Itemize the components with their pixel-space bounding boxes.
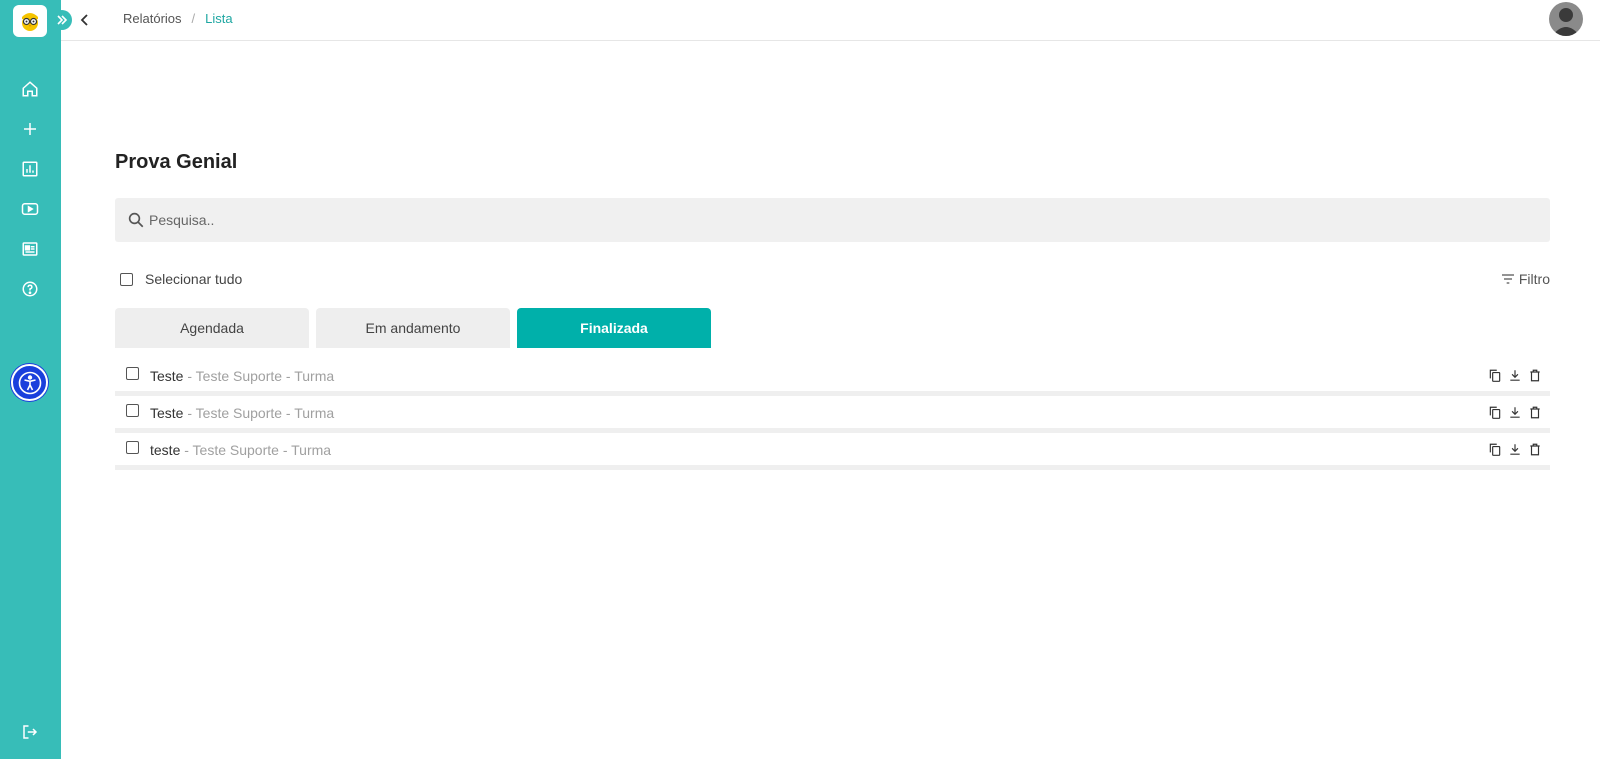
filter-icon [1501,274,1514,284]
breadcrumb-current: Lista [205,11,233,26]
select-all-label: Selecionar tudo [145,271,243,287]
list-item[interactable]: teste - Teste Suporte - Turma [115,433,1550,470]
video-icon[interactable] [20,199,40,219]
search-icon [128,212,144,228]
logout-icon[interactable] [20,722,40,742]
list-item[interactable]: Teste - Teste Suporte - Turma [115,359,1550,396]
row-actions [1488,405,1542,420]
select-all-checkbox[interactable] [120,272,133,286]
top-bar: Relatórios / Lista [61,0,1600,41]
filter-button[interactable]: Filtro [1500,271,1550,287]
row-subtitle: - Teste Suporte - Turma [180,442,332,458]
page-title: Prova Genial [115,151,238,173]
sidebar-expand-button[interactable] [52,10,72,30]
row-subtitle: - Teste Suporte - Turma [183,368,335,384]
row-subtitle: - Teste Suporte - Turma [183,405,335,421]
search-bar [115,198,1550,242]
row-title: teste [150,442,181,458]
owl-logo-icon [22,13,38,31]
chart-icon[interactable] [20,159,40,179]
delete-icon[interactable] [1528,368,1542,383]
app-logo[interactable] [13,5,47,37]
row-checkbox[interactable] [126,367,139,380]
copy-icon[interactable] [1488,405,1502,420]
search-input[interactable] [149,198,1529,242]
plus-icon[interactable] [20,119,40,139]
breadcrumb: Relatórios / Lista [123,11,233,26]
chevron-left-icon [80,14,88,26]
row-checkbox[interactable] [126,441,139,454]
row-text: teste - Teste Suporte - Turma [150,442,331,458]
row-actions [1488,442,1542,457]
double-chevron-right-icon [57,15,68,25]
filter-label: Filtro [1518,271,1550,287]
delete-icon[interactable] [1528,442,1542,457]
row-text: Teste - Teste Suporte - Turma [150,368,334,384]
accessibility-button[interactable] [11,364,48,401]
copy-icon[interactable] [1488,368,1502,383]
delete-icon[interactable] [1528,405,1542,420]
sidebar [0,0,61,759]
row-text: Teste - Teste Suporte - Turma [150,405,334,421]
status-tabs: Agendada Em andamento Finalizada [115,308,711,348]
back-button[interactable] [75,10,95,30]
user-avatar-icon [1552,8,1580,36]
accessibility-icon [18,371,41,394]
download-icon[interactable] [1508,442,1522,457]
select-all[interactable]: Selecionar tudo [120,271,242,287]
copy-icon[interactable] [1488,442,1502,457]
report-list: Teste - Teste Suporte - Turma Teste - Te… [115,359,1550,470]
list-item[interactable]: Teste - Teste Suporte - Turma [115,396,1550,433]
breadcrumb-separator: / [191,11,196,26]
avatar[interactable] [1549,2,1583,36]
row-actions [1488,368,1542,383]
download-icon[interactable] [1508,405,1522,420]
tab-em-andamento[interactable]: Em andamento [316,308,510,348]
row-checkbox[interactable] [126,404,139,417]
download-icon[interactable] [1508,368,1522,383]
help-icon[interactable] [20,279,40,299]
row-title: Teste [150,368,184,384]
home-icon[interactable] [20,79,40,99]
tab-finalizada[interactable]: Finalizada [517,308,711,348]
news-icon[interactable] [20,239,40,259]
tab-agendada[interactable]: Agendada [115,308,309,348]
breadcrumb-parent[interactable]: Relatórios [123,11,182,26]
row-title: Teste [150,405,184,421]
